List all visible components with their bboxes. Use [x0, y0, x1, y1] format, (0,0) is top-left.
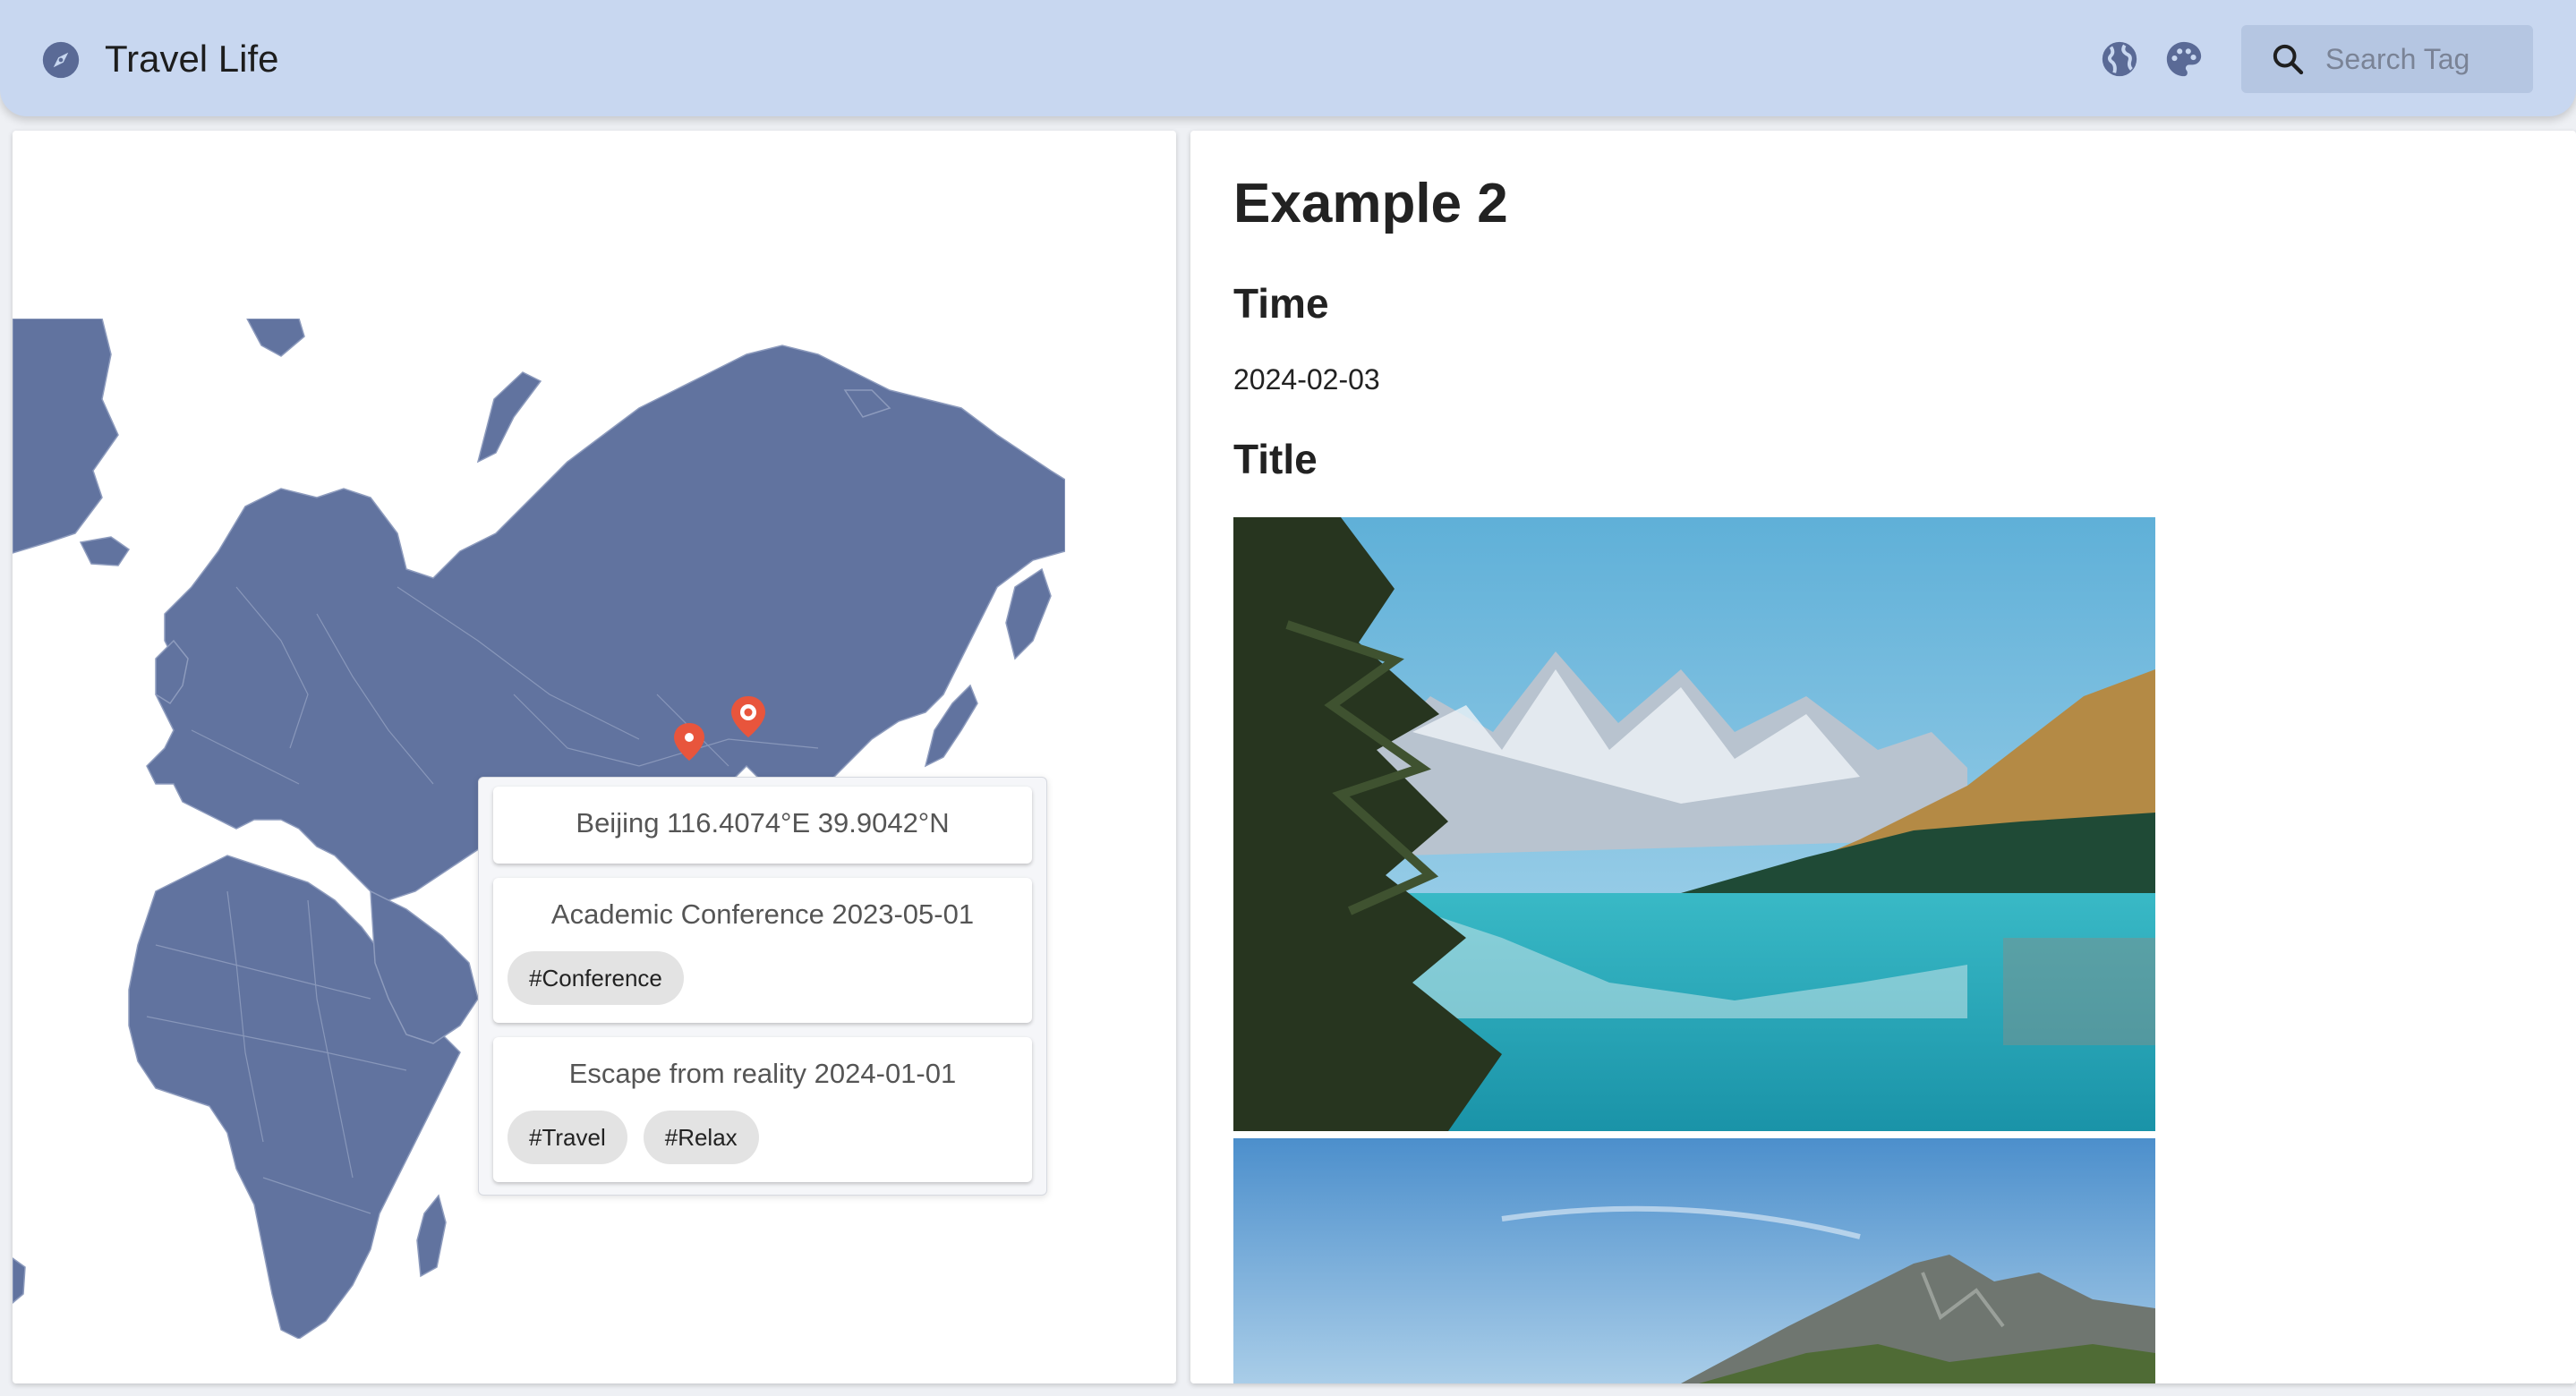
tag-search[interactable] — [2241, 25, 2533, 93]
region-kamchatka — [1005, 567, 1052, 660]
map-panel[interactable]: Beijing 116.4074°E 39.9042°N Academic Co… — [13, 131, 1176, 1383]
region-greenland — [13, 319, 119, 554]
tag-chip[interactable]: #Relax — [643, 1111, 759, 1164]
event-tags: #Conference — [508, 951, 1018, 1005]
language-button[interactable] — [2098, 38, 2141, 81]
region-novaya-zemlya — [476, 371, 542, 464]
location-popup: Beijing 116.4074°E 39.9042°N Academic Co… — [478, 777, 1047, 1196]
photo-rocky-mountain[interactable] — [1233, 1138, 2155, 1383]
search-input[interactable] — [2325, 42, 2522, 76]
location-card[interactable]: Beijing 116.4074°E 39.9042°N — [493, 787, 1032, 864]
region-madagascar — [416, 1194, 447, 1278]
event-card[interactable]: Escape from reality 2024-01-01 #Travel #… — [493, 1037, 1032, 1182]
theme-button[interactable] — [2162, 38, 2205, 81]
region-iceland — [79, 536, 131, 566]
tag-chip[interactable]: #Travel — [508, 1111, 627, 1164]
app-title: Travel Life — [105, 38, 279, 80]
globe-icon — [2102, 41, 2137, 77]
tag-chip[interactable]: #Conference — [508, 951, 684, 1005]
section-heading-time: Time — [1233, 280, 1329, 327]
section-heading-title: Title — [1233, 436, 1318, 482]
compass-icon — [42, 41, 80, 79]
post-title: Example 2 — [1233, 173, 1508, 234]
event-title: Escape from reality 2024-01-01 — [568, 1058, 957, 1089]
event-card[interactable]: Academic Conference 2023-05-01 #Conferen… — [493, 878, 1032, 1023]
photo-mountain-lake[interactable] — [1233, 517, 2155, 1131]
event-title: Academic Conference 2023-05-01 — [550, 898, 975, 930]
region-west-fragment — [13, 1257, 26, 1304]
event-tags: #Travel #Relax — [508, 1111, 1018, 1164]
app-bar: Travel Life — [0, 0, 2576, 116]
region-svalbard — [246, 319, 305, 357]
time-value: 2024-02-03 — [1233, 363, 1380, 396]
detail-panel[interactable]: Example 2 Time 2024-02-03 Title — [1190, 131, 2576, 1383]
palette-icon — [2166, 41, 2202, 77]
location-coordinates: Beijing 116.4074°E 39.9042°N — [576, 807, 950, 838]
search-icon — [2273, 44, 2304, 75]
